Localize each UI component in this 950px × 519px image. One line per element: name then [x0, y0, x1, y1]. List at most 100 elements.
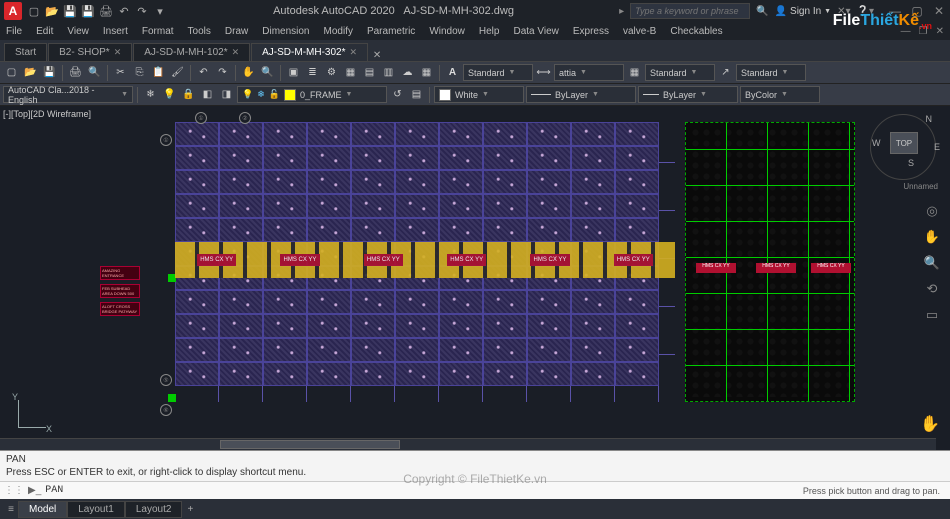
- zoom-icon[interactable]: 🔍: [259, 64, 276, 81]
- layer-prev-icon[interactable]: ↺: [389, 86, 406, 103]
- layout-tab-model[interactable]: Model: [18, 501, 67, 518]
- annostyle-dropdown[interactable]: Standard▼: [736, 64, 806, 81]
- menu-checkables[interactable]: Checkables: [670, 26, 722, 37]
- properties-icon[interactable]: ⚙: [323, 64, 340, 81]
- exchange-icon[interactable]: ✕▾: [837, 6, 850, 17]
- menu-window[interactable]: Window: [429, 26, 465, 37]
- maximize-button[interactable]: ▢: [910, 4, 924, 18]
- copy-icon[interactable]: ⎘: [131, 64, 148, 81]
- orbit-tool-icon[interactable]: ⟲: [922, 279, 942, 299]
- table-icon[interactable]: ▦: [626, 64, 643, 81]
- help-icon[interactable]: ❔▾: [857, 6, 874, 17]
- pan-tool-icon[interactable]: ✋: [922, 227, 942, 247]
- command-handle-icon[interactable]: ⋮⋮: [4, 485, 24, 496]
- cut-icon[interactable]: ✂: [112, 64, 129, 81]
- doctab-102[interactable]: AJ-SD-M-MH-102*✕: [133, 43, 250, 61]
- showmotion-icon[interactable]: ▭: [922, 305, 942, 325]
- new-layout-button[interactable]: +: [182, 504, 198, 515]
- menu-view[interactable]: View: [67, 26, 89, 37]
- signin-button[interactable]: 👤 Sign In ▼: [775, 6, 832, 17]
- close-icon[interactable]: ✕: [349, 47, 357, 58]
- mleader-icon[interactable]: ↗: [717, 64, 734, 81]
- layer-lock-icon[interactable]: 🔒: [180, 86, 197, 103]
- doctab-b2shop[interactable]: B2- SHOP*✕: [48, 43, 132, 61]
- layer-icon[interactable]: ≣: [304, 64, 321, 81]
- new-file-icon[interactable]: ▢: [3, 64, 20, 81]
- linetype-dropdown[interactable]: ByLayer▼: [526, 86, 636, 103]
- redo-icon[interactable]: ↷: [214, 64, 231, 81]
- close-icon[interactable]: ✕: [232, 47, 240, 58]
- compass-w[interactable]: W: [872, 138, 881, 148]
- layer-off-icon[interactable]: 💡: [161, 86, 178, 103]
- open-icon[interactable]: 📂: [44, 3, 60, 19]
- plot-icon[interactable]: 🖨: [67, 64, 84, 81]
- pan-icon[interactable]: ✋: [240, 64, 257, 81]
- layer-freeze-icon[interactable]: ❄: [142, 86, 159, 103]
- menu-help[interactable]: Help: [479, 26, 500, 37]
- app-logo[interactable]: A: [4, 2, 22, 20]
- plotstyle-dropdown[interactable]: ByColor▼: [740, 86, 820, 103]
- mtext-icon[interactable]: A: [444, 64, 461, 81]
- menu-express[interactable]: Express: [573, 26, 609, 37]
- viewcube-face[interactable]: TOP: [890, 132, 918, 154]
- command-chevron-icon[interactable]: ▶_: [28, 485, 41, 496]
- viewcube[interactable]: N E S W TOP Unnamed: [868, 112, 938, 182]
- color-dropdown[interactable]: White▼: [434, 86, 524, 103]
- tool-palette-icon[interactable]: ▤: [361, 64, 378, 81]
- menu-insert[interactable]: Insert: [103, 26, 128, 37]
- new-icon[interactable]: ▢: [26, 3, 42, 19]
- dimstyle-dropdown[interactable]: Standard▼: [463, 64, 533, 81]
- menu-tools[interactable]: Tools: [188, 26, 211, 37]
- close-icon[interactable]: ✕: [114, 47, 122, 58]
- open-file-icon[interactable]: 📂: [22, 64, 39, 81]
- matchprop-icon[interactable]: 🖌: [169, 64, 186, 81]
- design-center-icon[interactable]: ▦: [342, 64, 359, 81]
- paste-icon[interactable]: 📋: [150, 64, 167, 81]
- close-button[interactable]: ✕: [932, 4, 946, 18]
- grip-handle[interactable]: [168, 394, 176, 402]
- search-arrow-icon[interactable]: ▸: [619, 6, 624, 17]
- sheet-set-icon[interactable]: ▥: [380, 64, 397, 81]
- undo-icon[interactable]: ↶: [116, 3, 132, 19]
- preview-icon[interactable]: 🔍: [86, 64, 103, 81]
- tablestyle-dropdown[interactable]: attia▼: [554, 64, 624, 81]
- layout-tab-layout2[interactable]: Layout2: [125, 501, 183, 518]
- drawing-area[interactable]: [-][Top][2D Wireframe] HMS CX YY HMS CX …: [0, 106, 950, 450]
- menu-draw[interactable]: Draw: [225, 26, 248, 37]
- saveas-icon[interactable]: 💾: [80, 3, 96, 19]
- new-tab-button[interactable]: ✕: [369, 50, 385, 61]
- menu-dimension[interactable]: Dimension: [262, 26, 309, 37]
- block-icon[interactable]: ▣: [285, 64, 302, 81]
- menu-modify[interactable]: Modify: [324, 26, 353, 37]
- compass-n[interactable]: N: [926, 114, 933, 124]
- doctab-start[interactable]: Start: [4, 43, 47, 61]
- lineweight-dropdown[interactable]: ByLayer▼: [638, 86, 738, 103]
- plot-icon[interactable]: 🖨: [98, 3, 114, 19]
- menu-parametric[interactable]: Parametric: [367, 26, 415, 37]
- command-input[interactable]: PAN: [45, 485, 799, 496]
- ucs-icon[interactable]: Y X: [14, 396, 54, 436]
- save-file-icon[interactable]: 💾: [41, 64, 58, 81]
- menu-valveb[interactable]: valve-B: [623, 26, 656, 37]
- qat-dropdown-icon[interactable]: ▾: [152, 3, 168, 19]
- command-history[interactable]: PAN Press ESC or ENTER to exit, or right…: [0, 451, 950, 481]
- menu-edit[interactable]: Edit: [36, 26, 53, 37]
- steering-wheel-icon[interactable]: ◎: [922, 201, 942, 221]
- zoom-tool-icon[interactable]: 🔍: [922, 253, 942, 273]
- redo-icon[interactable]: ↷: [134, 3, 150, 19]
- layer-dropdown[interactable]: 💡❄🔓 0_FRAME▼: [237, 86, 387, 103]
- layout-menu-icon[interactable]: ≡: [4, 504, 18, 515]
- search-input[interactable]: [630, 3, 750, 19]
- menu-file[interactable]: File: [6, 26, 22, 37]
- calc-icon[interactable]: ▦: [418, 64, 435, 81]
- layer-iso-icon[interactable]: ◧: [199, 86, 216, 103]
- layer-match-icon[interactable]: ◨: [218, 86, 235, 103]
- compass-e[interactable]: E: [934, 142, 940, 152]
- doctab-302[interactable]: AJ-SD-M-MH-302*✕: [251, 43, 368, 61]
- minimize-button[interactable]: —: [888, 4, 902, 18]
- search-icon[interactable]: 🔍: [756, 6, 768, 17]
- viewport-label[interactable]: [-][Top][2D Wireframe]: [3, 109, 91, 119]
- dim-icon[interactable]: ⟷: [535, 64, 552, 81]
- viewcube-state[interactable]: Unnamed: [903, 182, 938, 191]
- menu-format[interactable]: Format: [142, 26, 174, 37]
